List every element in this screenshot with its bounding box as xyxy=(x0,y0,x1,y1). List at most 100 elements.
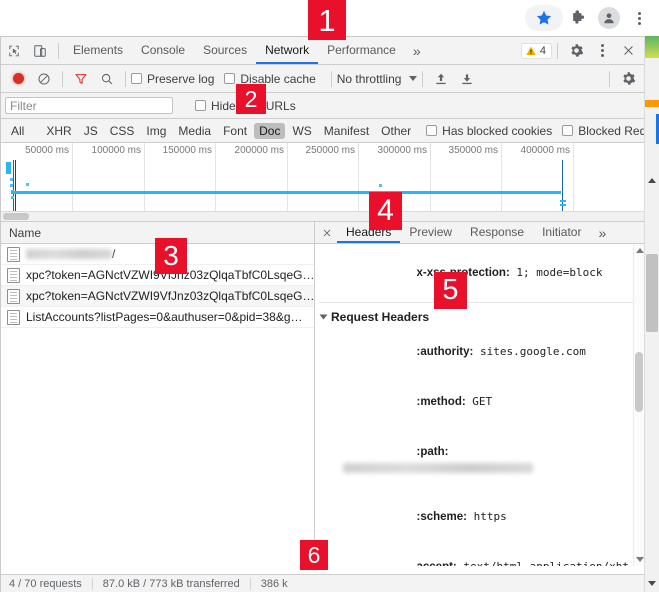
type-filter-xhr[interactable]: XHR xyxy=(41,123,76,139)
close-icon[interactable] xyxy=(615,38,641,64)
clear-button[interactable] xyxy=(31,66,57,92)
document-icon xyxy=(7,246,20,262)
scroll-up-arrow-icon[interactable] xyxy=(648,178,656,183)
devtools-panel: Elements Console Sources Network Perform… xyxy=(0,36,659,592)
tab-sources[interactable]: Sources xyxy=(194,37,256,64)
checkbox-box[interactable] xyxy=(224,73,236,84)
headers-scrollbar-thumb[interactable] xyxy=(635,352,643,412)
header-value: 1; mode=block xyxy=(509,266,603,279)
extensions-puzzle-icon[interactable] xyxy=(565,4,593,32)
toolbar-divider xyxy=(422,70,424,87)
tab-network[interactable]: Network xyxy=(256,37,318,64)
document-icon xyxy=(7,309,20,325)
close-details-icon[interactable] xyxy=(317,223,337,243)
devtools-tabbar: Elements Console Sources Network Perform… xyxy=(1,37,645,65)
scroll-down-arrow-icon[interactable] xyxy=(636,557,644,562)
browser-menu-icon[interactable] xyxy=(625,4,653,32)
overview-scrollbar-thumb[interactable] xyxy=(3,213,29,220)
checkbox-box[interactable] xyxy=(426,125,438,136)
scroll-up-arrow-icon[interactable] xyxy=(636,248,644,253)
document-icon xyxy=(7,267,20,283)
devtools-screenshot: Elements Console Sources Network Perform… xyxy=(0,0,659,592)
tab-performance[interactable]: Performance xyxy=(318,37,405,64)
checkbox-box[interactable] xyxy=(131,73,142,84)
page-scrollbar-thumb[interactable] xyxy=(646,254,658,332)
annotation-marker-3: 3 xyxy=(155,238,187,274)
scrollbar-minimap xyxy=(645,36,659,58)
header-line-path: :path: redacted xyxy=(315,427,645,492)
browser-chrome-actions xyxy=(525,0,653,36)
headers-content: x-xss-protection: 1; mode=block Request … xyxy=(315,244,645,566)
type-filter-css[interactable]: CSS xyxy=(105,123,140,139)
type-filter-font[interactable]: Font xyxy=(218,123,252,139)
warning-badge[interactable]: 4 xyxy=(520,42,552,59)
overview-tick-label: 100000 ms xyxy=(91,145,141,156)
type-filter-js[interactable]: JS xyxy=(79,123,103,139)
tab-console[interactable]: Console xyxy=(132,37,194,64)
overview-tick-label: 250000 ms xyxy=(305,145,355,156)
toggle-device-toolbar-icon[interactable] xyxy=(27,38,53,64)
header-line-x-xss-protection: x-xss-protection: 1; mode=block xyxy=(315,248,645,298)
search-icon[interactable] xyxy=(94,66,120,92)
tab-elements[interactable]: Elements xyxy=(64,37,132,64)
preserve-log-checkbox[interactable]: Preserve log xyxy=(131,72,214,86)
gear-icon[interactable] xyxy=(563,38,589,64)
table-row[interactable]: ListAccounts?listPages=0&authuser=0&pid=… xyxy=(1,307,314,328)
type-filter-ws[interactable]: WS xyxy=(287,123,316,139)
chevron-down-icon xyxy=(409,76,418,81)
checkbox-box[interactable] xyxy=(195,100,206,111)
tab-initiator[interactable]: Initiator xyxy=(533,222,590,243)
header-line-authority: :authority: sites.google.com xyxy=(315,327,645,377)
request-details-pane: Headers Preview Response Initiator » x-x… xyxy=(315,222,645,566)
network-overview-timeline[interactable]: 50000 ms 100000 ms 150000 ms 200000 ms 2… xyxy=(1,143,645,222)
header-key: :authority: xyxy=(416,346,474,358)
has-blocked-cookies-label: Has blocked cookies xyxy=(442,123,553,138)
type-filter-img[interactable]: Img xyxy=(141,123,171,139)
type-filter-manifest[interactable]: Manifest xyxy=(319,123,374,139)
type-filter-media[interactable]: Media xyxy=(173,123,216,139)
has-blocked-cookies-checkbox[interactable]: Has blocked cookies xyxy=(426,124,552,138)
tab-preview[interactable]: Preview xyxy=(400,222,461,243)
annotation-marker-4: 4 xyxy=(369,192,402,230)
request-headers-group[interactable]: Request Headers xyxy=(315,307,645,327)
toolbar-divider xyxy=(62,70,63,87)
record-button[interactable] xyxy=(5,66,31,92)
toolbar-divider xyxy=(58,42,59,59)
funnel-filter-icon[interactable] xyxy=(68,66,94,92)
page-scrollbar[interactable] xyxy=(644,36,659,592)
more-detail-tabs-icon[interactable]: » xyxy=(590,225,614,241)
header-line-scheme: :scheme: https xyxy=(315,492,645,542)
chevron-down-icon xyxy=(319,314,328,320)
table-row[interactable]: xpc?token=AGNctVZWI9VfJnz03zQlqaTbfC0Lsq… xyxy=(1,286,314,307)
inspect-element-icon[interactable] xyxy=(1,38,27,64)
star-icon[interactable] xyxy=(525,5,563,31)
header-key: :method: xyxy=(416,396,466,408)
throttling-select[interactable]: No throttling xyxy=(337,72,418,86)
more-tabs-icon[interactable]: » xyxy=(405,43,429,59)
type-filter-doc[interactable]: Doc xyxy=(254,122,286,139)
redacted-url: redacted xyxy=(26,249,112,259)
overview-request-bar xyxy=(560,204,566,206)
throttling-value: No throttling xyxy=(336,71,402,86)
overview-scrollbar[interactable] xyxy=(1,211,645,221)
profile-avatar-icon[interactable] xyxy=(595,4,623,32)
dots-vertical-icon[interactable] xyxy=(589,38,615,64)
type-filter-all[interactable]: All xyxy=(6,123,29,139)
network-statusbar: 4 / 70 requests 87.0 kB / 773 kB transfe… xyxy=(1,574,646,592)
toolbar-divider xyxy=(609,70,610,87)
header-key: :scheme: xyxy=(416,511,467,523)
checkbox-box[interactable] xyxy=(562,125,574,136)
overview-tick-label: 300000 ms xyxy=(377,145,427,156)
scroll-down-arrow-icon[interactable] xyxy=(648,581,656,586)
toolbar-divider xyxy=(557,42,558,59)
scrollbar-marker-orange xyxy=(645,100,659,107)
import-har-icon[interactable] xyxy=(428,66,454,92)
type-filter-other[interactable]: Other xyxy=(376,123,416,139)
network-settings-gear-icon[interactable] xyxy=(615,66,641,92)
overview-tick-label: 400000 ms xyxy=(520,145,570,156)
overview-load-line xyxy=(15,160,16,212)
filter-input[interactable] xyxy=(5,97,173,114)
export-har-icon[interactable] xyxy=(454,66,480,92)
tab-response[interactable]: Response xyxy=(461,222,533,243)
redacted-path: redacted xyxy=(343,463,533,473)
